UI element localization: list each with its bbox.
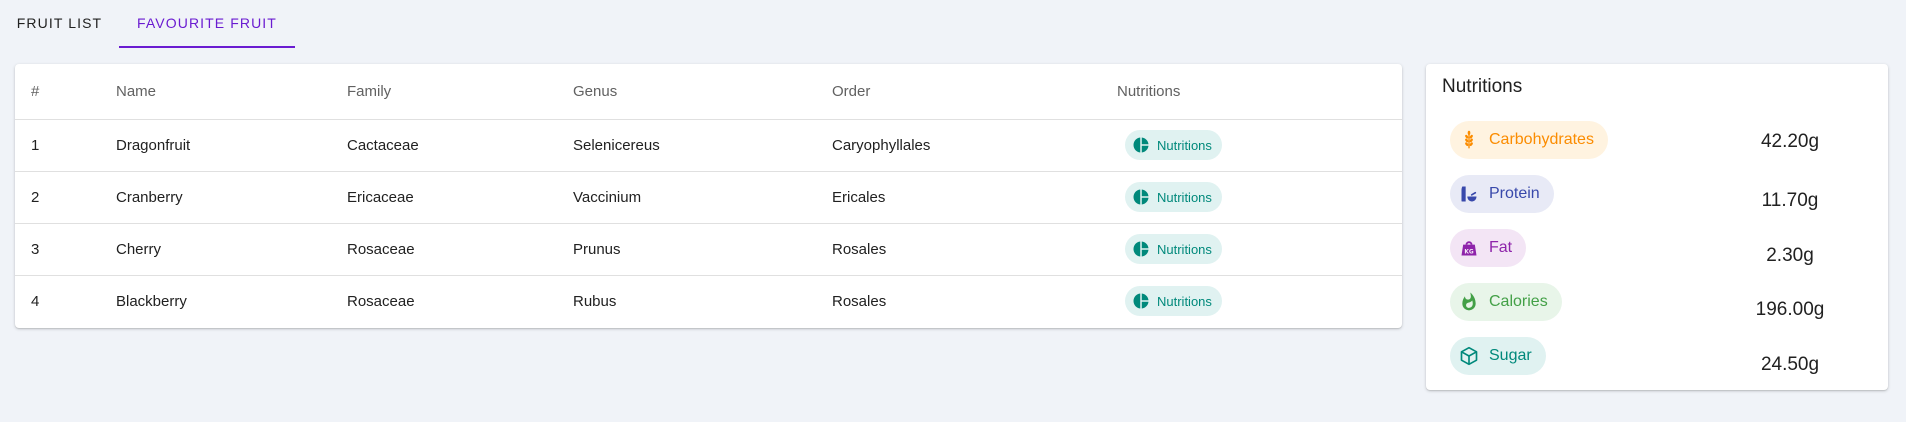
nutrition-value: 196.00g — [1755, 299, 1825, 320]
cell-index: 3 — [15, 223, 116, 276]
cell-order: Caryophyllales — [832, 119, 1117, 172]
cell-family: Ericaceae — [347, 171, 573, 224]
carbohydrates-chip[interactable]: Carbohydrates — [1450, 121, 1608, 159]
cell-order: Rosales — [832, 223, 1117, 276]
cell-name: Blackberry — [116, 292, 187, 310]
cube-icon — [1460, 346, 1478, 366]
cell-nutritions: Nutritions — [1117, 223, 1402, 276]
cell-genus: Prunus — [573, 223, 832, 276]
fat-chip[interactable]: KG Fat — [1450, 229, 1527, 267]
column-header-index: # — [15, 64, 116, 120]
chip-label: Nutritions — [1157, 137, 1212, 153]
fruit-table-card: # Name Family Genus Order Nutritions 1 D… — [15, 64, 1402, 328]
column-header-order: Order — [832, 64, 1117, 120]
pie-chart-icon — [1133, 137, 1149, 153]
cell-index: 1 — [15, 119, 116, 172]
calories-chip[interactable]: Calories — [1450, 283, 1562, 321]
tab-fruit-list[interactable]: FRUIT LIST — [0, 0, 119, 48]
column-header-genus: Genus — [573, 64, 832, 120]
nutrition-value: 42.20g — [1760, 131, 1820, 152]
chip-label: Calories — [1489, 293, 1548, 310]
nutrition-value: 24.50g — [1760, 354, 1820, 375]
wheat-icon — [1465, 130, 1473, 149]
protein-chip[interactable]: Protein — [1450, 175, 1554, 213]
sugar-chip[interactable]: Sugar — [1450, 337, 1546, 375]
cell-family: Cactaceae — [347, 119, 573, 172]
nutritions-chip[interactable]: Nutritions — [1125, 286, 1222, 317]
tab-favourite-fruit[interactable]: FAVOURITE FRUIT — [119, 0, 295, 48]
nutrition-row-protein: Protein 11.70g — [1450, 175, 1870, 215]
cell-genus: Rubus — [573, 292, 617, 310]
protein-icon — [1461, 186, 1477, 202]
chip-label: Carbohydrates — [1489, 131, 1594, 148]
weight-icon: KG — [1461, 241, 1477, 256]
cell-family: Rosaceae — [347, 292, 415, 310]
nutrition-panel-title: Nutritions — [1442, 76, 1523, 97]
cell-name: Cherry — [116, 223, 347, 276]
cell-family: Rosaceae — [347, 223, 573, 276]
nutritions-chip[interactable]: Nutritions — [1125, 182, 1222, 212]
column-header-family: Family — [347, 64, 573, 120]
nutrition-value: 2.30g — [1766, 245, 1814, 266]
table-header-row: # Name Family Genus Order Nutritions — [15, 64, 1402, 120]
chip-label: Nutritions — [1157, 293, 1212, 309]
nutrition-value: 11.70g — [1761, 190, 1819, 211]
chip-label: Sugar — [1489, 347, 1532, 364]
fruit-table: # Name Family Genus Order Nutritions 1 D… — [15, 64, 1402, 327]
cell-nutritions: Nutritions — [1117, 275, 1402, 327]
table-row: 2 Cranberry Ericaceae Vaccinium Ericales… — [15, 171, 1402, 224]
cell-order: Rosales — [832, 292, 887, 310]
nutritions-chip[interactable]: Nutritions — [1125, 130, 1222, 160]
cell-nutritions: Nutritions — [1117, 119, 1402, 172]
nutrition-row-fat: KG Fat 2.30g — [1450, 229, 1870, 269]
nutrition-row-sugar: Sugar 24.50g — [1450, 337, 1870, 377]
pie-chart-icon — [1133, 189, 1149, 205]
nutritions-chip[interactable]: Nutritions — [1125, 234, 1222, 264]
table-row: 1 Dragonfruit Cactaceae Selenicereus Car… — [15, 119, 1402, 172]
column-header-nutritions: Nutritions — [1117, 64, 1402, 120]
page: FRUIT LIST FAVOURITE FRUIT # Name Family… — [0, 0, 1906, 422]
table-row: 3 Cherry Rosaceae Prunus Rosales Nutriti… — [15, 223, 1402, 276]
chip-label: Nutritions — [1157, 189, 1212, 205]
nutrition-row-calories: Calories 196.00g — [1450, 283, 1870, 323]
pie-chart-icon — [1133, 241, 1149, 257]
cell-name: Dragonfruit — [116, 119, 347, 172]
pie-chart-icon — [1133, 293, 1149, 309]
cell-genus: Vaccinium — [573, 171, 832, 224]
cell-genus: Selenicereus — [573, 119, 832, 172]
cell-order: Ericales — [832, 171, 1117, 224]
cell-name: Cranberry — [116, 171, 347, 224]
chip-label: Fat — [1489, 239, 1513, 256]
chip-label: Protein — [1489, 185, 1540, 202]
svg-text:KG: KG — [1464, 249, 1474, 255]
column-header-name: Name — [116, 64, 347, 120]
cell-nutritions: Nutritions — [1117, 171, 1402, 224]
tab-bar: FRUIT LIST FAVOURITE FRUIT — [0, 0, 295, 48]
nutrition-row-carbohydrates: Carbohydrates 42.20g — [1450, 121, 1870, 161]
table-row: 4 Blackberry Rosaceae Rubus Rosales Nutr… — [15, 275, 1402, 327]
flame-icon — [1462, 292, 1476, 311]
cell-index: 2 — [15, 171, 116, 224]
cell-index: 4 — [31, 292, 40, 310]
nutrition-panel: Nutritions Carbohydrates 42.20g Protein … — [1426, 64, 1888, 390]
chip-label: Nutritions — [1157, 241, 1212, 257]
